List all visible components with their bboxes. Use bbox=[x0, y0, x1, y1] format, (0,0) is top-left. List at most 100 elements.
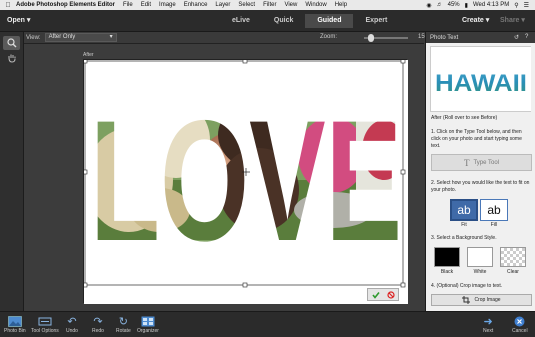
menu-enhance[interactable]: Enhance bbox=[184, 2, 208, 8]
love-photo-text: LOVE bbox=[82, 58, 408, 304]
chevron-down-icon: ▾ bbox=[26, 17, 31, 24]
reset-icon[interactable]: ↺ bbox=[514, 34, 519, 41]
redo-button[interactable]: ↷ Redo bbox=[92, 315, 104, 334]
bottom-taskbar: Photo Bin Tool Options ↶ Undo ↷ Redo ↻ R… bbox=[0, 311, 535, 337]
step-3-text: 3. Select a Background Style. bbox=[431, 235, 497, 241]
photo-bin-label: Photo Bin bbox=[4, 328, 26, 334]
background-clear-swatch[interactable] bbox=[500, 247, 526, 267]
menu-image[interactable]: Image bbox=[159, 2, 176, 8]
zoom-tool[interactable] bbox=[3, 36, 20, 50]
view-select-value: After Only bbox=[48, 34, 76, 40]
fill-glyph: ab bbox=[487, 203, 501, 217]
next-button[interactable]: ➜ Next bbox=[483, 315, 493, 334]
mac-menubar:  Adobe Photoshop Elements Editor File E… bbox=[0, 0, 535, 10]
status-area: ◉ ♬ 45% ▮ Wed 4:13 PM ⚲ ☰ bbox=[426, 2, 535, 9]
zoom-slider-handle[interactable] bbox=[367, 34, 374, 42]
cancel-button[interactable]: Cancel bbox=[512, 315, 528, 334]
crop-icon bbox=[462, 296, 471, 304]
create-label: Create bbox=[462, 17, 484, 24]
apple-menu-icon[interactable]:  bbox=[0, 2, 16, 9]
open-button[interactable]: Open ▾ bbox=[7, 16, 30, 24]
step-1-text: 1. Click on the Type Tool below, and the… bbox=[431, 129, 522, 149]
menu-list-icon[interactable]: ☰ bbox=[524, 2, 529, 9]
tab-expert[interactable]: Expert bbox=[353, 14, 399, 28]
white-label: White bbox=[473, 269, 487, 275]
step-4-text: 4. (Optional) Crop image to text. bbox=[431, 283, 503, 289]
chevron-down-icon: ▾ bbox=[521, 17, 525, 24]
search-icon[interactable]: ⚲ bbox=[514, 2, 518, 9]
magnifier-icon bbox=[6, 38, 16, 48]
after-caption: After (Roll over to see Before) bbox=[431, 115, 498, 121]
preview-thumbnail: HAWAII bbox=[430, 46, 531, 112]
mode-tabs: eLive Quick Guided Expert bbox=[220, 14, 399, 28]
rotate-label: Rotate bbox=[116, 328, 131, 334]
cancel-x-icon bbox=[514, 315, 525, 328]
help-icon[interactable]: ? bbox=[525, 34, 528, 40]
menu-edit[interactable]: Edit bbox=[141, 2, 151, 8]
view-select[interactable]: After Only ▾ bbox=[44, 33, 117, 42]
fit-label: Fit bbox=[461, 222, 467, 228]
crop-image-button[interactable]: Crop Image bbox=[431, 294, 532, 306]
battery-icon[interactable]: ▮ bbox=[465, 2, 468, 9]
fill-option-button[interactable]: ab bbox=[480, 199, 508, 221]
tool-options-label: Tool Options bbox=[31, 328, 59, 334]
battery-percent: 45% bbox=[447, 2, 460, 8]
guided-panel: Photo Text ↺ ? HAWAII After (Roll over t… bbox=[425, 32, 535, 311]
menu-select[interactable]: Select bbox=[238, 2, 255, 8]
commit-cancel-group bbox=[367, 288, 399, 301]
type-tool-label: Type Tool bbox=[473, 159, 500, 166]
chevron-down-icon: ▾ bbox=[485, 17, 490, 24]
photo-bin-button[interactable]: Photo Bin bbox=[4, 315, 26, 334]
view-label: View: bbox=[26, 34, 41, 41]
image-canvas[interactable]: LOVE bbox=[82, 58, 408, 304]
tool-options-icon bbox=[38, 315, 52, 328]
redo-label: Redo bbox=[92, 328, 104, 334]
menu-layer[interactable]: Layer bbox=[215, 2, 230, 8]
type-t-icon: T bbox=[463, 157, 470, 168]
tool-options-button[interactable]: Tool Options bbox=[31, 315, 59, 334]
photo-bin-icon bbox=[8, 315, 22, 328]
rotate-button[interactable]: ↻ Rotate bbox=[116, 315, 131, 334]
crop-image-label: Crop Image bbox=[474, 297, 501, 303]
toolbox bbox=[0, 32, 24, 311]
type-tool-button[interactable]: T Type Tool bbox=[431, 154, 532, 171]
clear-label: Clear bbox=[507, 269, 519, 275]
black-label: Black bbox=[440, 269, 454, 275]
step-2-text: 2. Select how you would like the text to… bbox=[431, 180, 530, 193]
fit-option-button[interactable]: ab bbox=[450, 199, 478, 221]
open-label: Open bbox=[7, 17, 25, 24]
menu-file[interactable]: File bbox=[123, 2, 133, 8]
background-black-swatch[interactable] bbox=[434, 247, 460, 267]
panel-header: Photo Text ↺ ? bbox=[426, 32, 535, 43]
fit-glyph: ab bbox=[457, 203, 471, 217]
document-title: After bbox=[83, 52, 94, 58]
organizer-label: Organizer bbox=[137, 328, 159, 334]
undo-button[interactable]: ↶ Undo bbox=[66, 315, 78, 334]
volume-icon[interactable]: ♬ bbox=[437, 2, 443, 8]
commit-check-icon[interactable] bbox=[371, 291, 380, 299]
clock[interactable]: Wed 4:13 PM bbox=[473, 2, 509, 8]
hand-icon bbox=[8, 54, 15, 63]
menu-help[interactable]: Help bbox=[335, 2, 347, 8]
share-button[interactable]: Share ▾ bbox=[500, 16, 525, 24]
undo-icon: ↶ bbox=[67, 316, 77, 328]
wifi-icon[interactable]: ◉ bbox=[426, 2, 431, 9]
panel-title: Photo Text bbox=[430, 34, 459, 41]
redo-icon: ↷ bbox=[93, 316, 103, 328]
menu-filter[interactable]: Filter bbox=[263, 2, 276, 8]
tab-quick[interactable]: Quick bbox=[262, 14, 305, 28]
app-name-menu[interactable]: Adobe Photoshop Elements Editor bbox=[16, 2, 115, 8]
menu-window[interactable]: Window bbox=[305, 2, 326, 8]
organizer-icon bbox=[141, 315, 155, 328]
background-white-swatch[interactable] bbox=[467, 247, 493, 267]
tab-elive[interactable]: eLive bbox=[220, 14, 262, 28]
hawaii-preview-image: HAWAII bbox=[431, 47, 531, 111]
tab-guided[interactable]: Guided bbox=[305, 14, 354, 28]
rotate-icon: ↻ bbox=[118, 316, 128, 328]
cancel-label: Cancel bbox=[512, 328, 528, 334]
menu-view[interactable]: View bbox=[284, 2, 297, 8]
hand-tool[interactable] bbox=[3, 51, 20, 65]
create-button[interactable]: Create ▾ bbox=[462, 16, 489, 24]
cancel-circle-icon[interactable] bbox=[386, 290, 395, 299]
organizer-button[interactable]: Organizer bbox=[137, 315, 159, 334]
